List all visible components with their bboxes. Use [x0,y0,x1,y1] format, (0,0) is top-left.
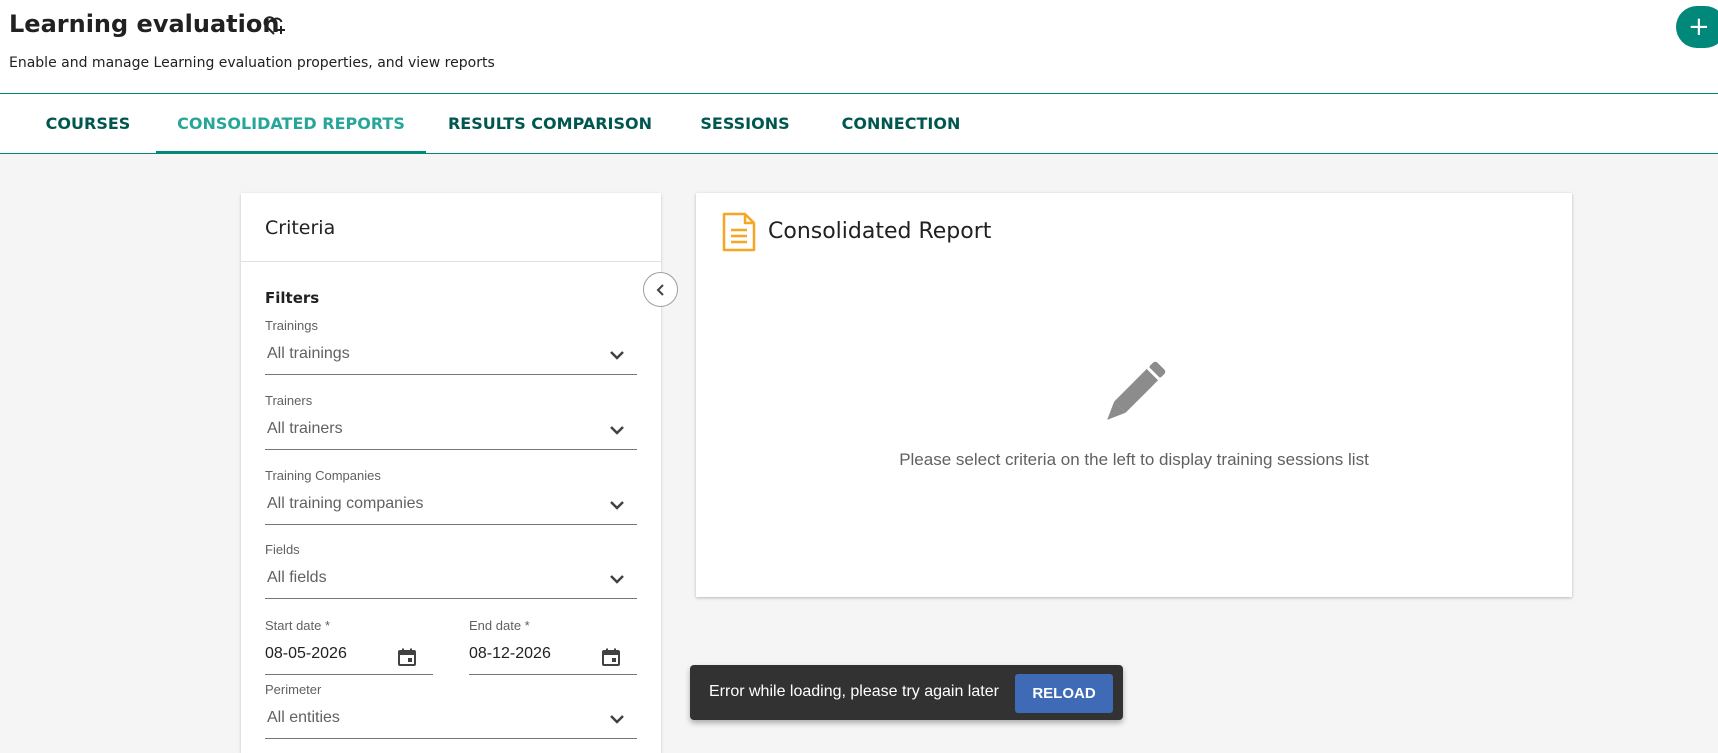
reload-button[interactable]: RELOAD [1015,674,1113,713]
report-title: Consolidated Report [768,219,992,244]
end-date-label: End date * [469,618,530,633]
perimeter-filter: Perimeter All entities [265,681,637,739]
document-icon [722,212,756,252]
divider [241,261,661,262]
page-title: Learning evaluation [9,10,280,38]
trainers-filter: Trainers All trainers [265,392,637,450]
tab-courses[interactable]: COURSES [32,94,144,154]
snackbar-message: Error while loading, please try again la… [709,683,999,700]
error-snackbar: Error while loading, please try again la… [690,665,1123,720]
add-button[interactable]: + [1676,6,1718,48]
start-date-label: Start date * [265,618,331,633]
start-date-field: Start date * 08-05-2026 [265,617,433,675]
fields-label: Fields [265,542,300,557]
calendar-icon[interactable] [397,647,417,667]
trainers-value: All trainers [267,420,343,437]
chevron-down-icon [610,575,624,584]
perimeter-value: All entities [267,709,340,726]
page-subtitle: Enable and manage Learning evaluation pr… [9,55,495,71]
calendar-icon[interactable] [601,647,621,667]
tab-bar: COURSES CONSOLIDATED REPORTS RESULTS COM… [0,94,1718,154]
companies-label: Training Companies [265,468,381,483]
tab-consolidated-reports[interactable]: CONSOLIDATED REPORTS [156,94,426,154]
trainers-label: Trainers [265,393,313,408]
filters-title: Filters [265,289,320,307]
trainers-select[interactable]: All trainers [265,410,637,450]
perimeter-label: Perimeter [265,682,322,697]
companies-filter: Training Companies All training companie… [265,467,637,525]
heart-plus-icon[interactable] [262,14,288,38]
tab-sessions[interactable]: SESSIONS [692,94,798,154]
chevron-left-icon [656,284,664,296]
fields-value: All fields [267,569,327,586]
companies-value: All training companies [267,495,424,512]
tab-connection[interactable]: CONNECTION [832,94,970,154]
chevron-down-icon [610,351,624,360]
trainings-select[interactable]: All trainings [265,335,637,375]
page-header: Learning evaluation Enable and manage Le… [0,0,1718,94]
criteria-title: Criteria [265,217,336,239]
chevron-down-icon [610,501,624,510]
chevron-down-icon [610,715,624,724]
start-date-input[interactable]: 08-05-2026 [265,635,433,675]
trainings-value: All trainings [267,345,350,362]
report-panel: Consolidated Report Please select criter… [696,193,1572,597]
end-date-field: End date * 08-12-2026 [469,617,637,675]
fields-filter: Fields All fields [265,541,637,599]
criteria-panel: Criteria Filters Trainings All trainings… [241,193,661,753]
end-date-value: 08-12-2026 [469,645,551,662]
chevron-down-icon [610,426,624,435]
pencil-icon [1107,361,1166,420]
tab-results-comparison[interactable]: RESULTS COMPARISON [440,94,660,154]
start-date-value: 08-05-2026 [265,645,347,662]
end-date-input[interactable]: 08-12-2026 [469,635,637,675]
collapse-panel-button[interactable] [643,272,678,307]
fields-select[interactable]: All fields [265,559,637,599]
trainings-label: Trainings [265,318,318,333]
companies-select[interactable]: All training companies [265,485,637,525]
trainings-filter: Trainings All trainings [265,317,637,375]
perimeter-select[interactable]: All entities [265,699,637,739]
empty-state-message: Please select criteria on the left to di… [899,450,1369,469]
